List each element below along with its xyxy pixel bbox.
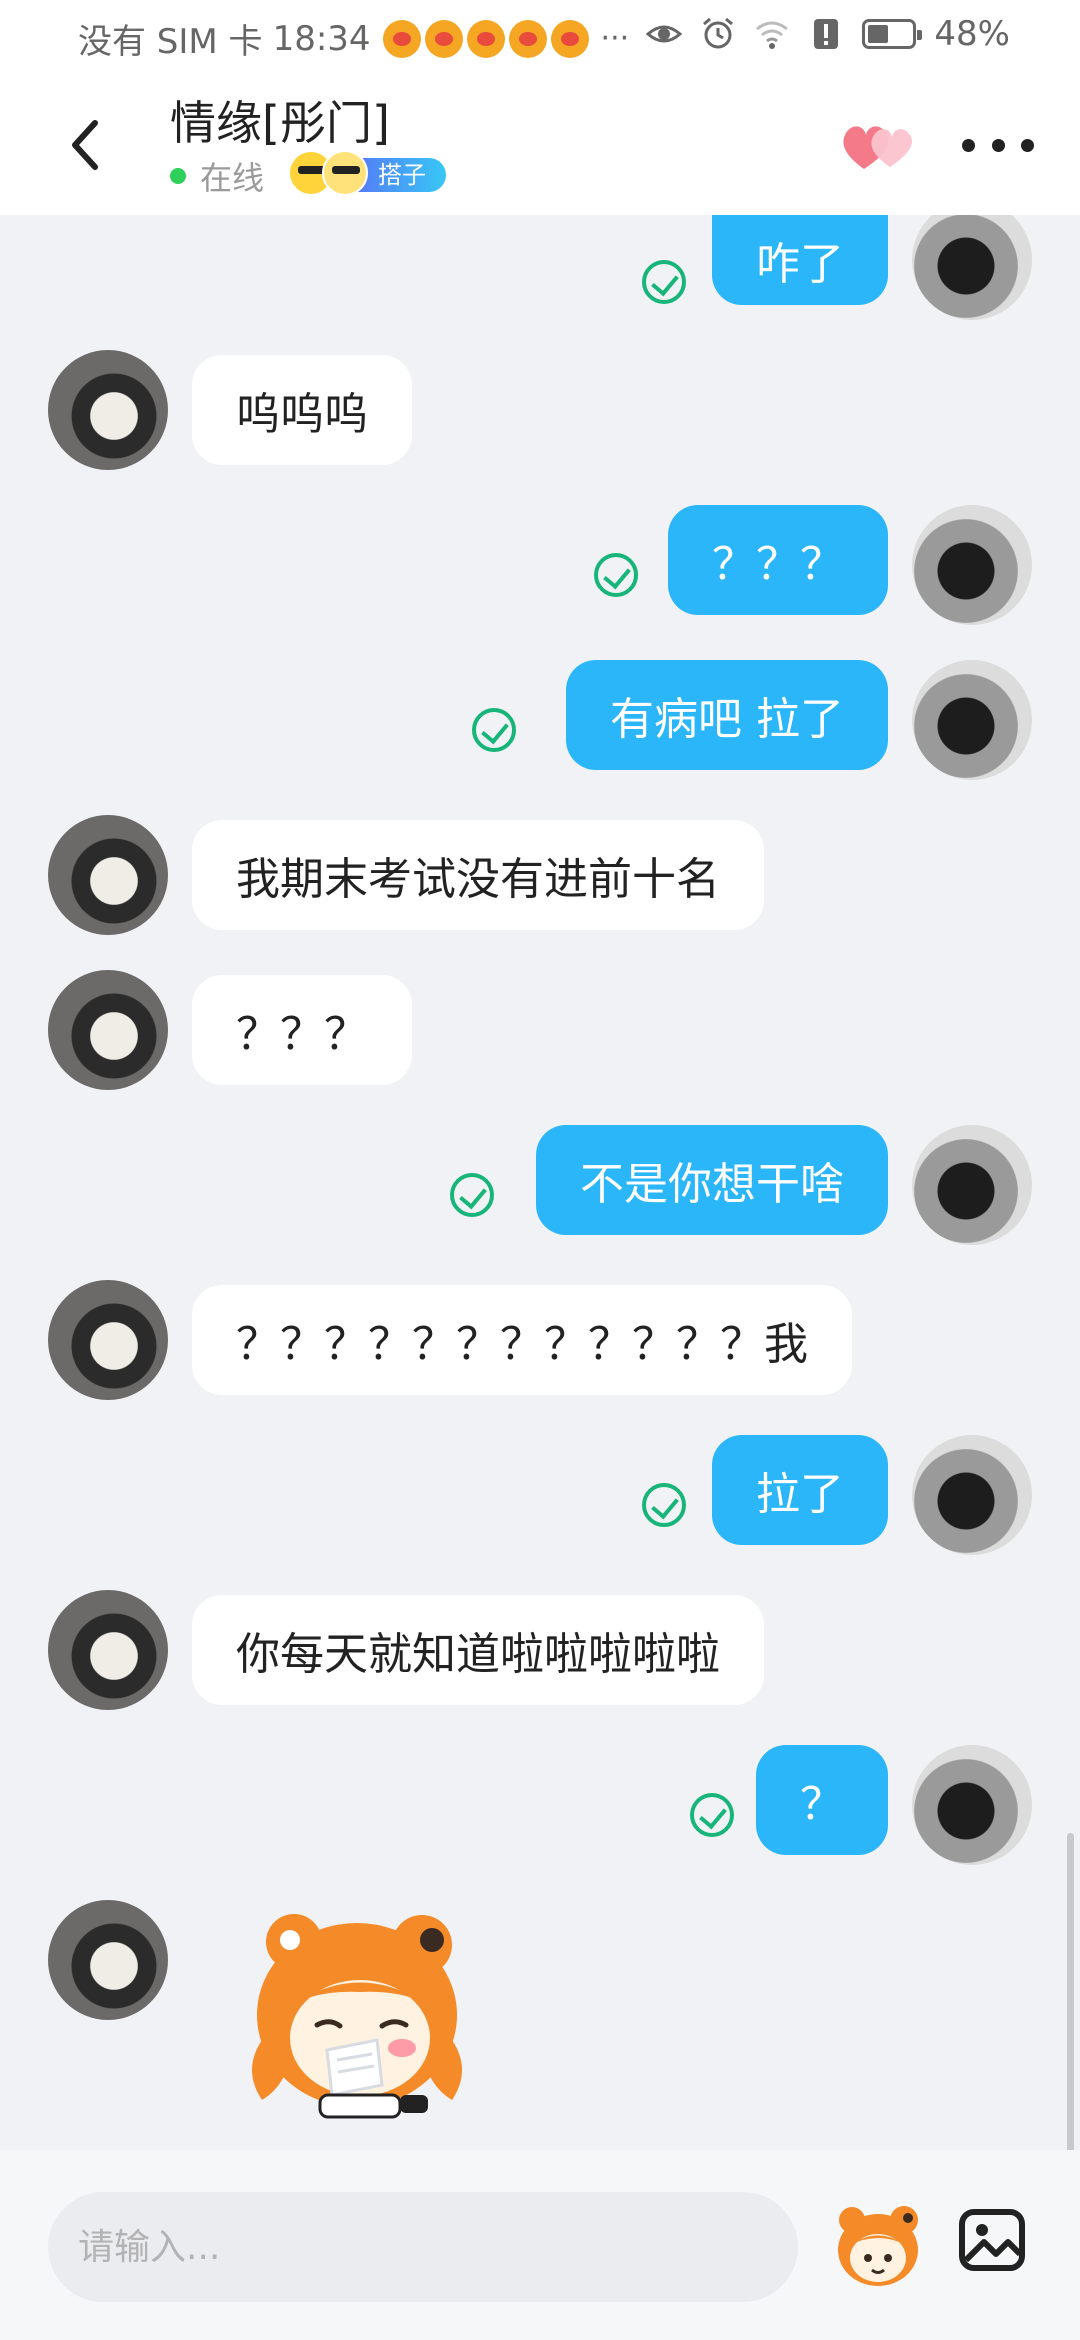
status-bar: 没有 SIM 卡 18:34 ··· 48% — [0, 0, 1080, 75]
more-icon — [962, 138, 975, 152]
crying-character-sticker[interactable] — [232, 1900, 482, 2120]
my-avatar[interactable] — [912, 1745, 1032, 1865]
wifi-icon — [756, 21, 789, 49]
my-avatar[interactable] — [912, 660, 1032, 780]
more-icon-dot — [991, 138, 1005, 152]
sticker-icon[interactable] — [832, 2200, 924, 2292]
contact-avatar[interactable] — [48, 1590, 168, 1710]
carrier-text: 没有 SIM 卡 — [78, 22, 263, 62]
clock: 18:34 — [272, 18, 371, 59]
weibo-notification-icon — [382, 19, 421, 58]
partner-badge[interactable]: 搭子 — [288, 150, 448, 196]
alert-icon — [814, 19, 839, 49]
contact-avatar[interactable] — [48, 970, 168, 1090]
more-icon-dot — [1021, 138, 1034, 152]
message-bubble-mine[interactable]: 拉了 — [712, 1435, 888, 1545]
contact-avatar[interactable] — [48, 350, 168, 470]
online-status-dot — [170, 168, 186, 184]
read-check-icon — [690, 1793, 734, 1837]
message-bubble-mine[interactable]: 咋了 — [712, 215, 888, 305]
online-status-text: 在线 — [200, 159, 265, 197]
back-button[interactable] — [50, 110, 120, 180]
message-bubble-mine[interactable]: 有病吧 拉了 — [566, 660, 888, 770]
weibo-notification-icon — [466, 19, 505, 58]
message-bubble-mine[interactable]: 不是你想干啥 — [536, 1125, 888, 1235]
input-bar — [0, 2150, 1080, 2340]
chat-header: 情缘[彤门] 在线 搭子 — [0, 75, 1080, 215]
my-avatar[interactable] — [912, 1435, 1032, 1555]
contact-name[interactable]: 情缘[彤门] — [170, 87, 390, 153]
message-bubble-mine[interactable]: ？？？ — [668, 505, 888, 615]
read-check-icon — [594, 553, 638, 597]
message-bubble-theirs[interactable]: ？？？ — [192, 975, 412, 1085]
weibo-notification-icon — [424, 19, 463, 58]
contact-avatar[interactable] — [48, 815, 168, 935]
battery-percent: 48% — [934, 14, 1010, 54]
message-bubble-theirs[interactable]: 呜呜呜 — [192, 355, 412, 465]
eye-icon — [646, 25, 683, 43]
starry-emoji-icon — [322, 150, 369, 196]
image-icon[interactable] — [956, 2204, 1028, 2276]
notification-icons — [382, 19, 589, 58]
battery-icon — [862, 19, 923, 49]
scrollbar[interactable] — [1067, 1833, 1074, 2150]
message-bubble-theirs[interactable]: 我期末考试没有进前十名 — [192, 820, 764, 930]
my-avatar[interactable] — [912, 215, 1032, 320]
hearts-icon[interactable] — [840, 117, 916, 173]
message-list[interactable]: 咋了 呜呜呜 ？？？ 有病吧 拉了 我期末考试没有进前十名 ？？？ 不是你想干啥… — [0, 215, 1080, 2150]
contact-avatar[interactable] — [48, 1280, 168, 1400]
contact-avatar[interactable] — [48, 1900, 168, 2020]
alarm-icon — [703, 17, 734, 49]
status-right: 48% — [646, 14, 1010, 54]
weibo-notification-icon — [550, 19, 589, 58]
read-check-icon — [472, 708, 516, 752]
more-notifications-indicator: ··· — [600, 21, 630, 56]
my-avatar[interactable] — [912, 1125, 1032, 1245]
status-left: 没有 SIM 卡 18:34 ··· — [78, 14, 629, 63]
more-button[interactable] — [962, 125, 1034, 165]
message-bubble-mine[interactable]: ？ — [756, 1745, 888, 1855]
presence-row: 在线 搭子 — [170, 150, 448, 199]
my-avatar[interactable] — [912, 505, 1032, 625]
message-bubble-theirs[interactable]: 你每天就知道啦啦啦啦啦 — [192, 1595, 764, 1705]
message-input[interactable] — [48, 2192, 798, 2302]
weibo-notification-icon — [508, 19, 547, 58]
message-bubble-theirs[interactable]: ？？？？？？？？？？？？我 — [192, 1285, 852, 1395]
read-check-icon — [642, 260, 686, 304]
back-arrow-icon — [72, 120, 98, 170]
read-check-icon — [642, 1483, 686, 1527]
read-check-icon — [450, 1173, 494, 1217]
